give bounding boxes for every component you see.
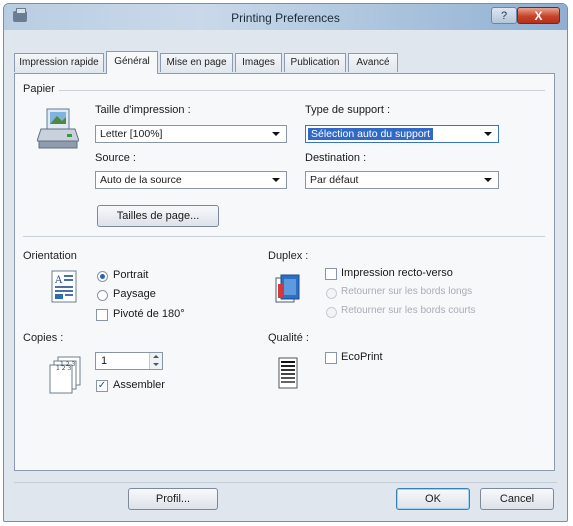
collate-checkbox[interactable]: ✓ [96,380,108,392]
duplex-pages-icon [275,274,300,303]
checkmark-icon: ✓ [97,380,107,391]
footer-divider [14,482,557,483]
orientation-group-title: Orientation [23,250,77,262]
paper-group-title: Papier [23,83,55,95]
flip-short-edge-radio[interactable] [326,307,337,318]
print-size-select[interactable]: Letter [100%] [95,125,287,143]
duplex-label[interactable]: Impression recto-verso [341,267,453,279]
ecoprint-checkbox[interactable] [325,352,337,364]
paper-group-divider [59,90,545,91]
duplex-group-title: Duplex : [268,250,309,262]
landscape-label[interactable]: Paysage [113,288,156,300]
portrait-label[interactable]: Portrait [113,269,148,281]
chevron-down-icon [272,132,280,136]
window-title: Printing Preferences [231,11,340,25]
page-sizes-button[interactable]: Tailles de page... [97,205,219,227]
copies-group-title: Copies : [23,332,64,344]
copies-count: 1 [101,355,108,367]
tab-publication[interactable]: Publication [284,53,346,72]
portrait-radio[interactable] [97,271,108,282]
cancel-button[interactable]: Cancel [480,488,554,510]
tab-general[interactable]: Général [106,51,158,74]
printer-icon [37,108,79,149]
media-type-select[interactable]: Sélection auto du support [305,125,499,143]
quality-gradient-icon [278,357,298,389]
flip-short-edge-label[interactable]: Retourner sur les bords courts [341,305,476,316]
copies-stack-icon: 1 2 3 1 2 3 [49,356,81,394]
ok-button[interactable]: OK [396,488,470,510]
rotate-checkbox[interactable] [96,309,108,321]
arrow-up-icon[interactable] [153,355,159,358]
print-size-value: Letter [100%] [100,128,163,140]
media-type-label: Type de support : [305,104,390,116]
arrow-down-icon[interactable] [153,363,159,366]
print-size-label: Taille d'impression : [95,104,191,116]
landscape-radio[interactable] [97,290,108,301]
ecoprint-label[interactable]: EcoPrint [341,351,383,363]
rotate-label[interactable]: Pivoté de 180° [113,308,185,320]
source-value: Auto de la source [100,174,182,186]
collate-label[interactable]: Assembler [113,379,165,391]
tab-impression-rapide[interactable]: Impression rapide [14,53,104,72]
tab-mise-en-page[interactable]: Mise en page [160,53,233,72]
quality-group-title: Qualité : [268,332,309,344]
destination-label: Destination : [305,152,367,164]
title-bar[interactable]: Printing Preferences ? X [4,4,567,30]
source-label: Source : [95,152,136,164]
svg-text:1 2 3: 1 2 3 [56,365,71,372]
destination-select[interactable]: Par défaut [305,171,499,189]
chevron-down-icon [484,132,492,136]
chevron-down-icon [484,178,492,182]
printing-preferences-window: Printing Preferences ? X Impression rapi… [3,3,568,522]
flip-long-edge-radio[interactable] [326,288,337,299]
duplex-checkbox[interactable] [325,268,337,280]
source-select[interactable]: Auto de la source [95,171,287,189]
general-tab-panel: Papier Taille d'impression : Letter [100… [14,73,555,471]
copies-spin-buttons[interactable] [149,353,162,369]
destination-value: Par défaut [310,174,359,186]
help-button[interactable]: ? [491,7,517,24]
paper-group-bottom-divider [23,236,545,237]
profile-button[interactable]: Profil... [128,488,218,510]
portrait-page-icon: A [51,270,77,303]
chevron-down-icon [272,178,280,182]
close-button[interactable]: X [517,7,560,24]
svg-text:A: A [54,275,63,286]
flip-long-edge-label[interactable]: Retourner sur les bords longs [341,286,472,297]
copies-spinner[interactable]: 1 [95,352,163,370]
tab-avance[interactable]: Avancé [348,53,398,72]
tab-images[interactable]: Images [235,53,282,72]
media-type-value: Sélection auto du support [308,128,434,140]
